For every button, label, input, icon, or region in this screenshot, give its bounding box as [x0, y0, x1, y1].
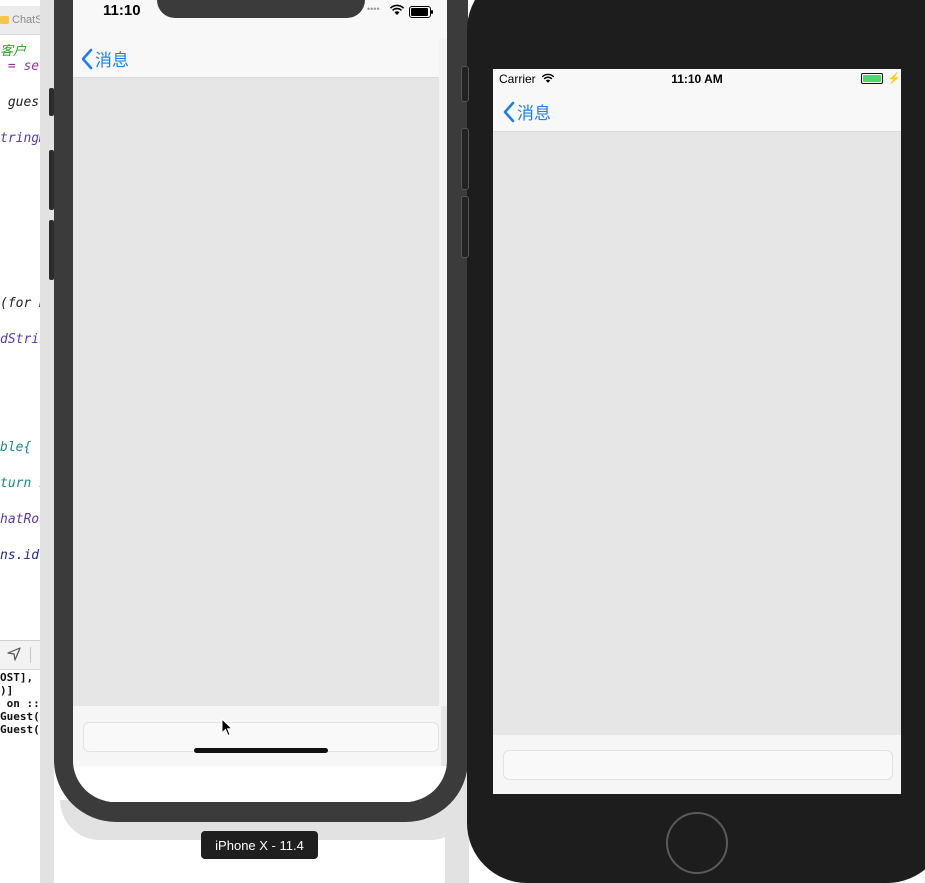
back-button[interactable]: 消息 — [503, 99, 551, 124]
back-button-label: 消息 — [517, 104, 551, 123]
mouse-cursor-icon — [221, 718, 233, 737]
volume-up-button — [49, 150, 54, 210]
chat-message-list[interactable] — [73, 78, 447, 706]
battery-icon — [861, 73, 883, 84]
status-time: 11:10 AM — [671, 72, 723, 86]
mute-switch — [461, 66, 469, 102]
folder-icon — [0, 16, 9, 24]
iphone-x-screen: 11:10 •••• 消息 — [73, 0, 447, 802]
back-button-label: 消息 — [95, 51, 129, 70]
message-input-bar — [493, 735, 901, 794]
code-line: ns.id — [0, 548, 40, 563]
wifi-icon — [389, 4, 405, 15]
code-line: 客户 — [0, 44, 27, 59]
status-time: 11:10 — [103, 2, 141, 19]
location-arrow-icon[interactable] — [6, 646, 22, 662]
volume-down-button — [461, 196, 469, 258]
back-button[interactable]: 消息 — [81, 46, 129, 71]
home-indicator-area — [73, 766, 447, 802]
status-bar: Carrier 11:10 AM ⚡ — [493, 69, 901, 89]
home-indicator[interactable] — [194, 748, 328, 753]
status-bar: 11:10 •••• — [73, 0, 447, 38]
navigation-bar: 消息 — [493, 89, 901, 132]
message-input-field[interactable] — [503, 750, 893, 780]
side-button — [49, 88, 54, 116]
volume-down-button — [49, 220, 54, 280]
window-shadow — [40, 0, 54, 883]
chevron-left-icon — [503, 101, 515, 122]
toolbar-divider — [30, 647, 31, 663]
iphone-8-screen: Carrier 11:10 AM ⚡ 消息 — [493, 69, 901, 794]
home-button[interactable] — [666, 812, 728, 874]
notch — [157, 0, 365, 18]
volume-up-button — [461, 128, 469, 190]
charging-bolt-icon: ⚡ — [887, 73, 901, 85]
console-line: )] — [0, 684, 14, 697]
battery-icon — [409, 6, 433, 18]
chat-message-list[interactable] — [493, 132, 901, 735]
message-input-bar — [73, 706, 441, 766]
code-line: ble{ — [0, 440, 32, 455]
simulator-device-label: iPhone X - 11.4 — [201, 831, 318, 859]
chevron-left-icon — [81, 48, 93, 69]
signal-dots-icon: •••• — [367, 4, 380, 14]
navigation-bar: 消息 — [73, 38, 447, 78]
content-edge — [439, 38, 447, 706]
